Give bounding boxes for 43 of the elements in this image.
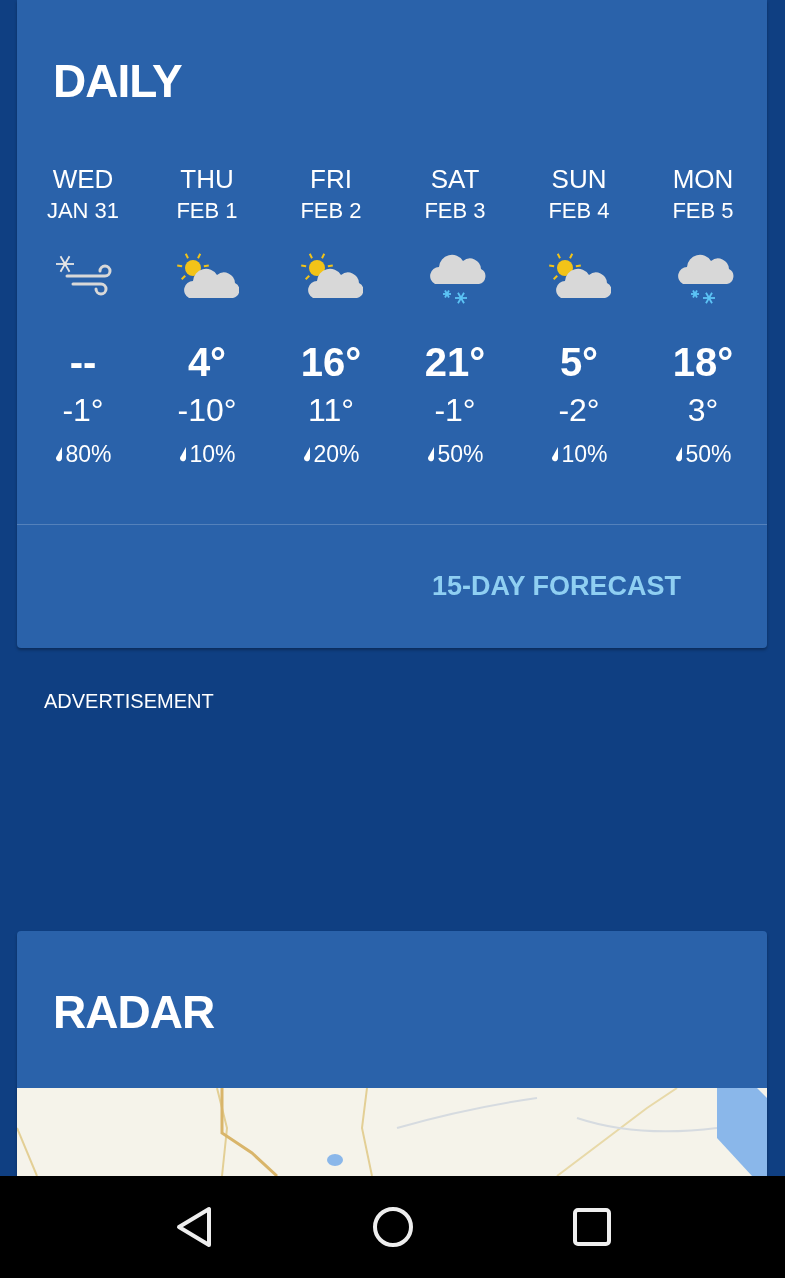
- low-temperature: -1°: [62, 392, 104, 428]
- raindrop-icon: [178, 446, 188, 462]
- precipitation-chance: 50%: [685, 440, 732, 468]
- recents-icon[interactable]: [572, 1208, 611, 1246]
- raindrop-icon: [302, 446, 312, 462]
- raindrop-icon: [54, 446, 64, 462]
- day-date: FEB 2: [300, 198, 362, 224]
- day-date: FEB 4: [548, 198, 610, 224]
- high-temperature: 4°: [187, 340, 227, 384]
- day-date: FEB 5: [672, 198, 734, 224]
- advertisement-label: ADVERTISEMENT: [43, 689, 215, 714]
- low-temperature: 11°: [308, 392, 354, 428]
- high-temperature: --: [69, 340, 97, 384]
- day-name: THU: [180, 164, 234, 194]
- back-icon[interactable]: [174, 1206, 213, 1248]
- high-temperature: 21°: [424, 340, 486, 384]
- precipitation-chance: 50%: [437, 440, 484, 468]
- day-name: SAT: [430, 164, 480, 194]
- low-temperature: 3°: [687, 392, 719, 428]
- raindrop-icon: [674, 446, 684, 462]
- day-date: JAN 31: [46, 198, 120, 224]
- precipitation-chance: 10%: [561, 440, 608, 468]
- high-temperature: 18°: [672, 340, 734, 384]
- precipitation-chance: 80%: [65, 440, 112, 468]
- day-date: FEB 1: [176, 198, 238, 224]
- raindrop-icon: [426, 446, 436, 462]
- precipitation-chance: 10%: [189, 440, 236, 468]
- day-name: SUN: [551, 164, 607, 194]
- raindrop-icon: [550, 446, 560, 462]
- day-name: WED: [52, 164, 114, 194]
- low-temperature: -1°: [434, 392, 476, 428]
- day-name: FRI: [310, 164, 352, 194]
- low-temperature: -2°: [558, 392, 600, 428]
- forecast-button[interactable]: 15-DAY FORECAST: [431, 566, 681, 607]
- high-temperature: 16°: [300, 340, 362, 384]
- home-icon[interactable]: [371, 1206, 414, 1248]
- day-name: MON: [672, 164, 734, 194]
- low-temperature: -10°: [177, 392, 237, 428]
- day-date: FEB 3: [424, 198, 486, 224]
- high-temperature: 5°: [559, 340, 599, 384]
- section-title: RADAR: [52, 985, 216, 1040]
- section-title: DAILY: [52, 54, 183, 104]
- precipitation-chance: 20%: [313, 440, 360, 468]
